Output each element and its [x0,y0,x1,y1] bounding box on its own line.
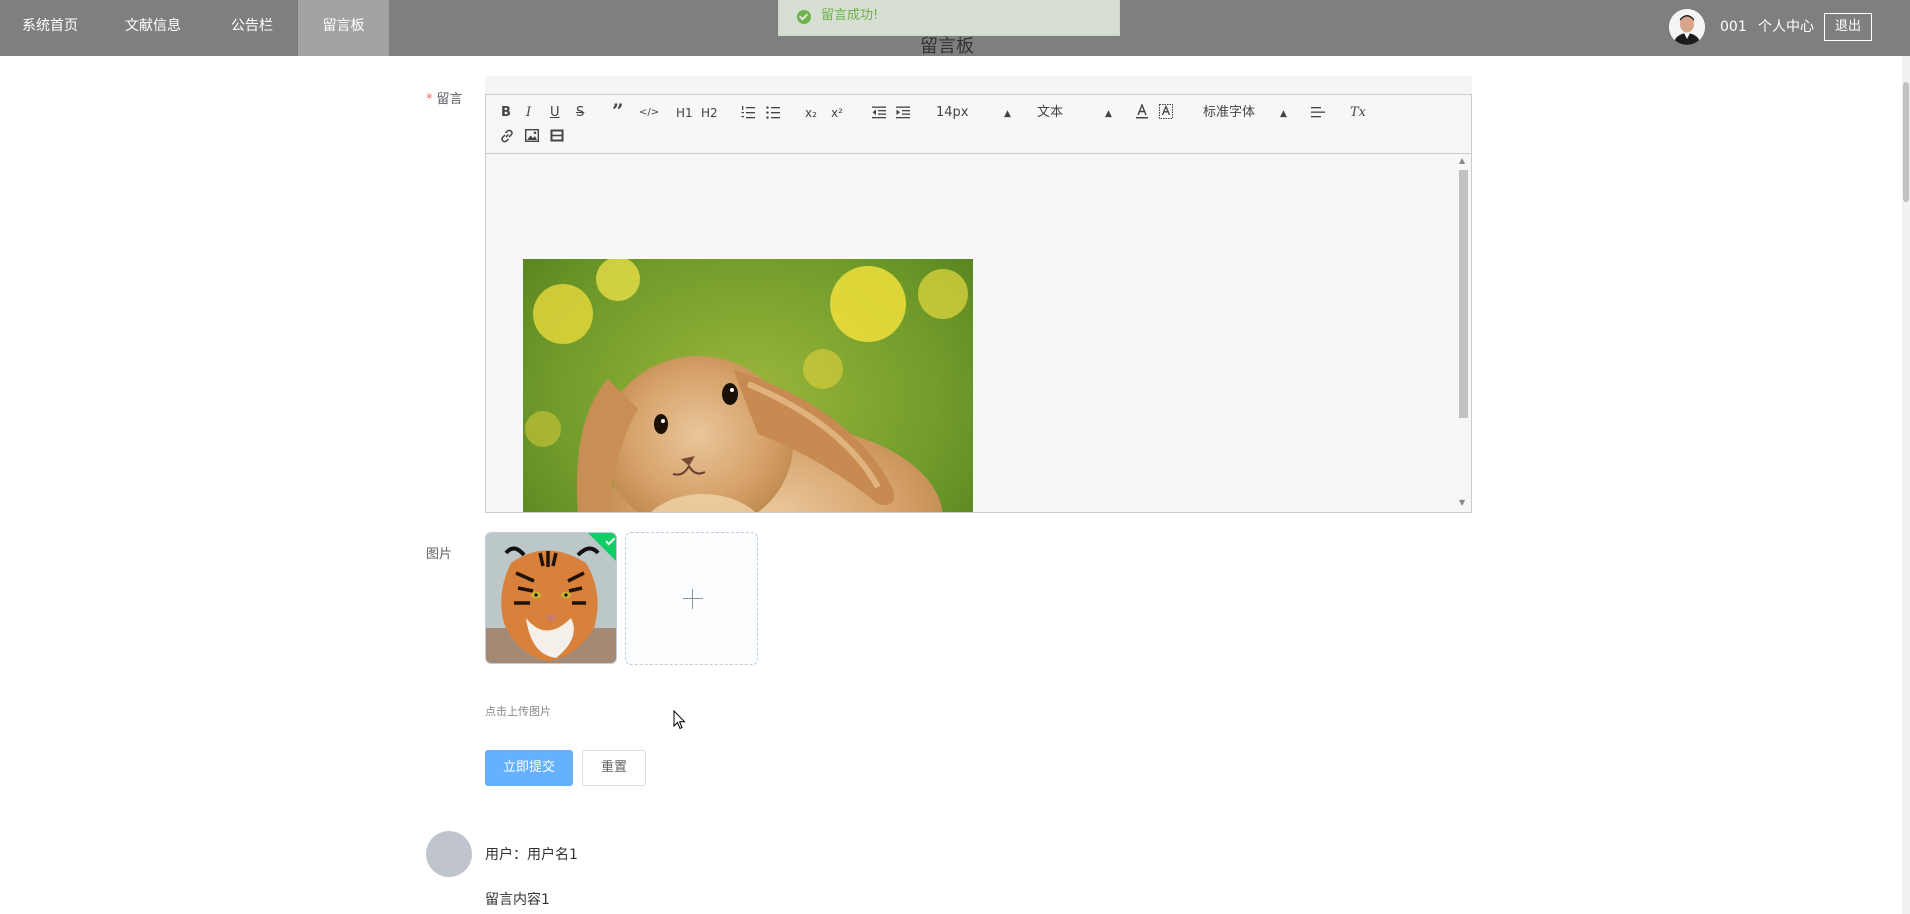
upload-hint: 点击上传图片 [485,705,551,718]
message-label: * 留言 [426,92,463,107]
editor-scrollbar[interactable]: ▲ ▼ [1457,156,1469,508]
page-scrollbar-thumb[interactable] [1903,82,1909,202]
submit-button[interactable]: 立即提交 [485,750,573,786]
header-select[interactable]: 文本 ▲ [1037,105,1117,121]
mouse-cursor-icon [673,710,686,730]
font-family-select[interactable]: 标准字体 ▲ [1203,105,1293,121]
upload-add-button[interactable] [625,532,758,665]
plus-icon [683,598,703,599]
strike-button[interactable]: S [576,105,584,121]
nav-item-literature[interactable]: 文献信息 [113,0,193,56]
editor-top-strip [485,76,1472,94]
link-icon[interactable] [500,129,514,143]
rich-text-editor[interactable]: B I U S ” </> H1 H2 x₂ x² 14px ▲ 文本 ▲ 标准… [485,94,1472,513]
h1-button[interactable]: H1 [676,105,693,121]
plus-icon-vertical [692,589,693,609]
subscript-button[interactable]: x₂ [805,105,817,121]
comment-user: 用户：用户名1 [485,847,578,863]
logout-button[interactable]: 退出 [1824,13,1872,41]
comment-content: 留言内容1 [485,892,550,908]
superscript-button[interactable]: x² [831,105,843,121]
profile-link[interactable]: 个人中心 [1758,0,1814,56]
page-title: 留言板 [920,36,974,57]
video-icon[interactable] [550,129,564,142]
align-left-icon[interactable] [1311,106,1325,119]
image-label: 图片 [426,547,453,562]
success-check-icon [797,10,811,24]
blockquote-button[interactable]: ” [612,101,624,121]
username: 001 [1720,19,1747,35]
success-toast: 留言成功! [778,0,1120,36]
code-block-button[interactable]: </> [639,105,659,121]
background-color-icon[interactable] [1159,104,1173,120]
tiger-image [486,533,616,663]
user-avatar[interactable] [1669,9,1705,45]
editor-toolbar: B I U S ” </> H1 H2 x₂ x² 14px ▲ 文本 ▲ 标准… [486,95,1471,154]
bullet-list-icon[interactable] [766,106,780,119]
uploaded-image-thumbnail[interactable] [485,532,617,664]
rabbit-image [523,259,973,512]
text-color-icon[interactable] [1135,104,1149,120]
reset-button[interactable]: 重置 [582,750,646,786]
nav-item-message-board[interactable]: 留言板 [298,0,389,56]
clear-format-button[interactable]: Tx [1350,105,1366,121]
bold-button[interactable]: B [501,105,511,121]
font-size-select[interactable]: 14px ▲ [936,105,1016,121]
nav-item-home[interactable]: 系统首页 [10,0,90,56]
indent-icon[interactable] [896,106,910,119]
h2-button[interactable]: H2 [701,105,718,121]
italic-button[interactable]: I [526,105,531,121]
comment-avatar [426,831,472,877]
editor-content[interactable]: ▲ ▼ [486,154,1471,512]
nav-item-notice[interactable]: 公告栏 [212,0,292,56]
image-icon[interactable] [525,129,539,142]
outdent-icon[interactable] [872,106,886,119]
underline-button[interactable]: U [550,105,560,121]
toast-message: 留言成功! [821,8,879,23]
ordered-list-icon[interactable] [741,106,755,119]
user-avatar-icon [1669,9,1705,45]
